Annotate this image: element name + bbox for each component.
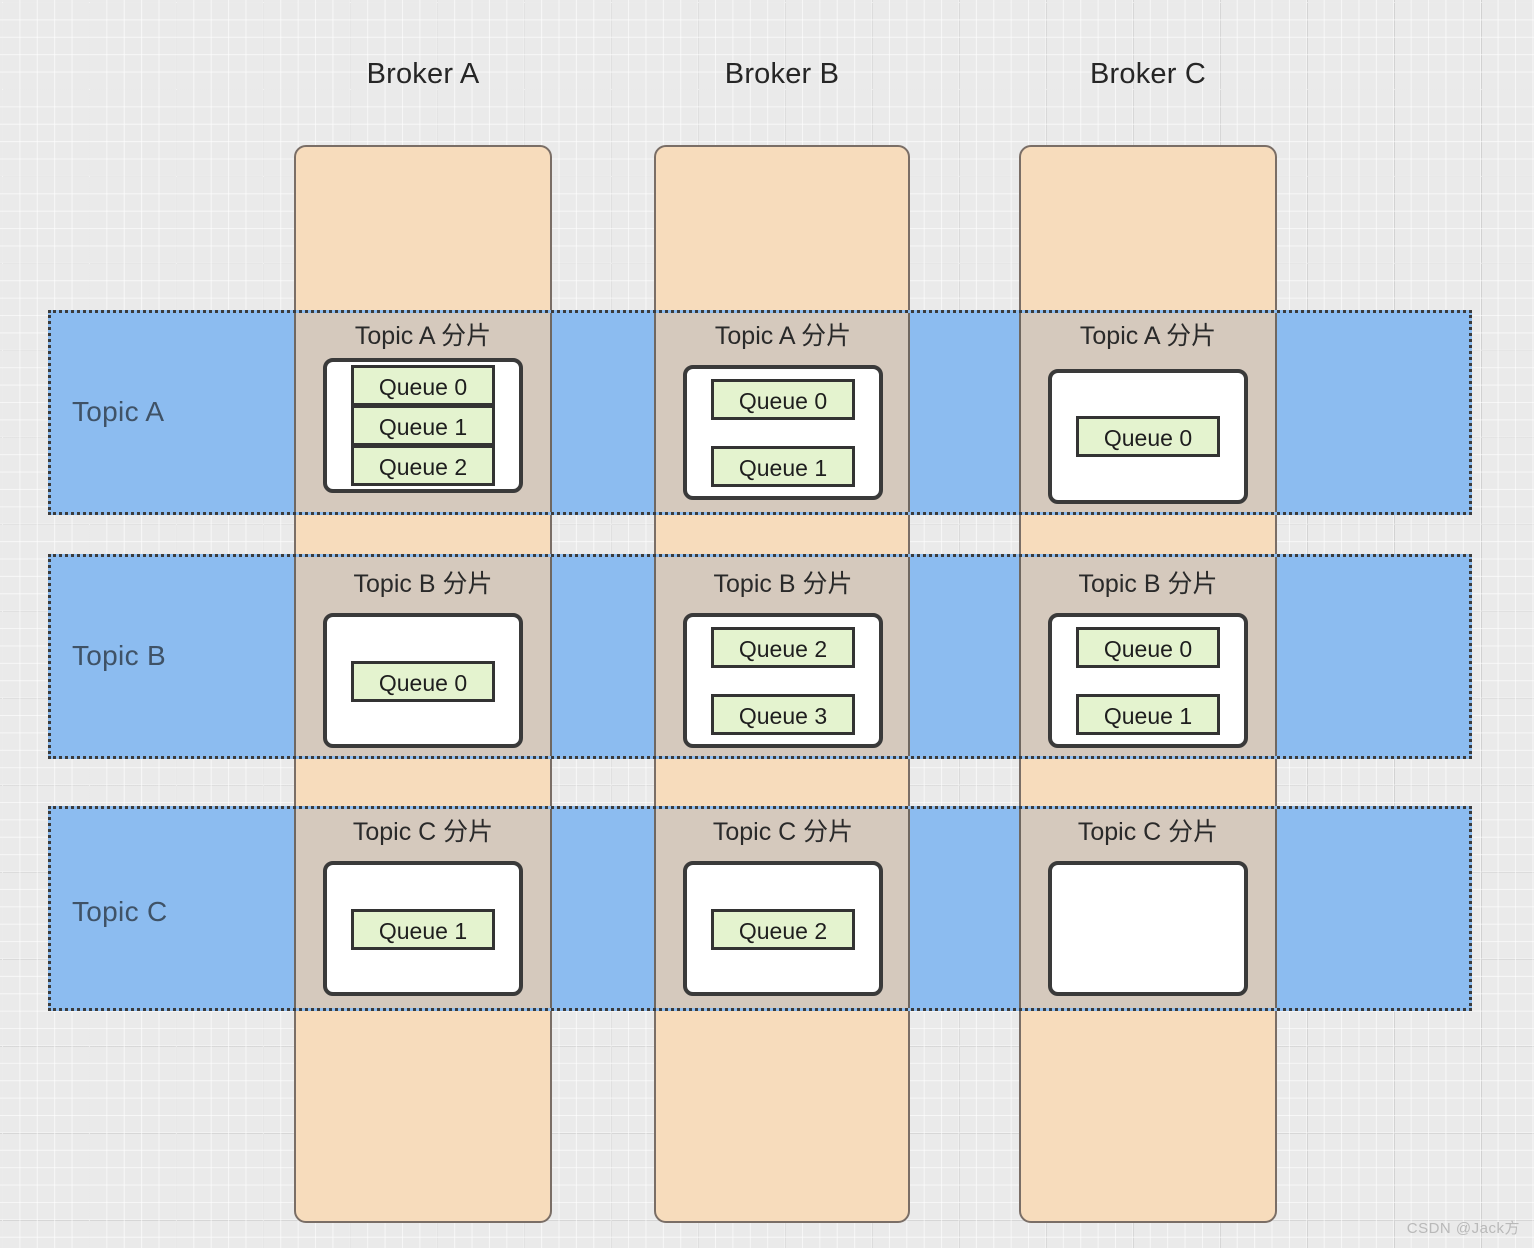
partition-box: Queue 1 bbox=[323, 861, 523, 996]
queue-item[interactable]: Queue 0 bbox=[351, 365, 495, 406]
queue-item[interactable]: Queue 2 bbox=[351, 445, 495, 486]
watermark: CSDN @Jack方 bbox=[1406, 1220, 1520, 1237]
topic-label-a: Topic A bbox=[72, 396, 165, 427]
partition-box: Queue 0 bbox=[323, 613, 523, 748]
broker-title-b: Broker B bbox=[724, 58, 840, 90]
shard-broker-b-topic-c: Topic C 分片 Queue 2 bbox=[656, 816, 910, 996]
shard-broker-a-topic-b: Topic B 分片 Queue 0 bbox=[296, 568, 550, 748]
shard-title: Topic B 分片 bbox=[353, 570, 493, 598]
shard-broker-c-topic-a: Topic A 分片 Queue 0 bbox=[1021, 320, 1275, 504]
queue-item[interactable]: Queue 1 bbox=[351, 909, 495, 950]
partition-box: Queue 0 Queue 1 Queue 2 bbox=[323, 358, 523, 493]
partition-box: Queue 0 bbox=[1048, 369, 1248, 504]
shard-broker-a-topic-c: Topic C 分片 Queue 1 bbox=[296, 816, 550, 996]
shard-title: Topic A 分片 bbox=[714, 322, 852, 350]
queue-item[interactable]: Queue 2 bbox=[711, 626, 855, 668]
queue-item[interactable]: Queue 1 bbox=[1076, 693, 1220, 735]
shard-broker-b-topic-b: Topic B 分片 Queue 2 Queue 3 bbox=[656, 568, 910, 748]
diagram-canvas: Broker A Broker B Broker C Topic A Topic… bbox=[0, 0, 1534, 1248]
shard-broker-a-topic-a: Topic A 分片 Queue 0 Queue 1 Queue 2 bbox=[296, 320, 550, 493]
queue-item[interactable]: Queue 0 bbox=[351, 661, 495, 702]
broker-title-a: Broker A bbox=[366, 58, 480, 90]
shard-title: Topic C 分片 bbox=[352, 818, 494, 846]
queue-item[interactable]: Queue 1 bbox=[711, 445, 855, 487]
shard-title: Topic C 分片 bbox=[712, 818, 854, 846]
shard-title: Topic A 分片 bbox=[354, 322, 492, 350]
queue-item[interactable]: Queue 2 bbox=[711, 909, 855, 950]
partition-box: Queue 2 bbox=[683, 861, 883, 996]
queue-item[interactable]: Queue 0 bbox=[1076, 416, 1220, 457]
topic-label-b: Topic B bbox=[72, 640, 166, 671]
shard-broker-b-topic-a: Topic A 分片 Queue 0 Queue 1 bbox=[656, 320, 910, 500]
shard-title: Topic A 分片 bbox=[1079, 322, 1217, 350]
partition-box bbox=[1048, 861, 1248, 996]
partition-box: Queue 0 Queue 1 bbox=[1048, 613, 1248, 748]
queue-item[interactable]: Queue 3 bbox=[711, 693, 855, 735]
queue-item[interactable]: Queue 1 bbox=[351, 405, 495, 446]
shard-title: Topic C 分片 bbox=[1077, 818, 1219, 846]
shard-title: Topic B 分片 bbox=[1078, 570, 1218, 598]
shard-title: Topic B 分片 bbox=[713, 570, 853, 598]
broker-title-c: Broker C bbox=[1089, 58, 1206, 90]
queue-item[interactable]: Queue 0 bbox=[1076, 626, 1220, 668]
topic-label-c: Topic C bbox=[72, 896, 168, 927]
partition-box: Queue 2 Queue 3 bbox=[683, 613, 883, 748]
partition-box: Queue 0 Queue 1 bbox=[683, 365, 883, 500]
shard-broker-c-topic-c: Topic C 分片 bbox=[1021, 816, 1275, 996]
queue-item[interactable]: Queue 0 bbox=[711, 378, 855, 420]
shard-broker-c-topic-b: Topic B 分片 Queue 0 Queue 1 bbox=[1021, 568, 1275, 748]
